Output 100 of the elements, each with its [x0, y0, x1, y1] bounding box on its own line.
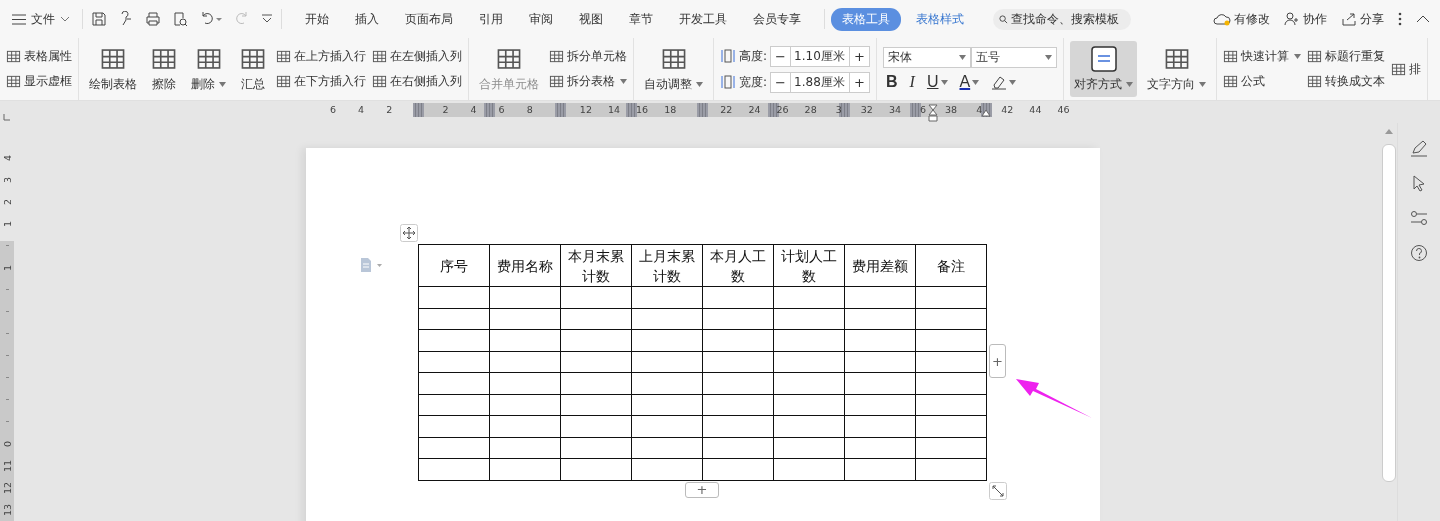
undo-icon[interactable]	[199, 11, 223, 27]
table-cell	[773, 415, 845, 437]
number-field[interactable]: 1.88厘米	[791, 71, 850, 93]
dropdown-field[interactable]: 宋体	[883, 47, 972, 68]
table-cell	[702, 415, 774, 437]
scrollbar-thumb[interactable]	[1382, 144, 1396, 482]
ribbon-button[interactable]: 在左侧插入列	[372, 46, 462, 67]
collapse-icon[interactable]	[1416, 15, 1430, 23]
table-cell	[915, 308, 987, 330]
format-button[interactable]: A	[956, 73, 983, 91]
decrement-button[interactable]: −	[770, 71, 792, 93]
print-icon[interactable]	[145, 11, 161, 27]
add-column-button[interactable]: +	[989, 344, 1006, 378]
ribbon-tab[interactable]: 审阅	[518, 7, 564, 31]
print-preview-icon[interactable]	[172, 11, 188, 27]
ribbon-tab[interactable]: 引用	[468, 7, 514, 31]
format-button[interactable]: I	[906, 73, 918, 91]
format-button[interactable]: U	[923, 73, 951, 91]
table-cell	[560, 415, 632, 437]
person-add-icon	[1284, 12, 1300, 26]
caret-icon	[1045, 55, 1053, 60]
table-cell	[631, 351, 703, 373]
table-cell	[773, 372, 845, 394]
number-field[interactable]: 1.10厘米	[791, 45, 850, 67]
ribbon-button[interactable]: 绘制表格	[85, 41, 141, 97]
column-marker[interactable]	[484, 103, 495, 117]
ruler-number: 4	[976, 103, 983, 117]
customize-icon[interactable]	[261, 13, 273, 25]
indent-marker-icon[interactable]	[928, 104, 938, 122]
ribbon-button[interactable]: 对齐方式	[1070, 41, 1138, 97]
table-icon	[1223, 74, 1239, 89]
ribbon-button[interactable]: 在上方插入行	[276, 46, 366, 67]
ruler-number: 32	[860, 103, 873, 117]
help-icon[interactable]	[1410, 244, 1428, 262]
table-cell	[418, 351, 490, 373]
ribbon-button[interactable]: 汇总	[236, 41, 270, 97]
toolbar-action-button[interactable]: 有修改	[1213, 10, 1270, 28]
column-marker[interactable]	[626, 103, 637, 117]
add-row-button[interactable]: +	[685, 482, 719, 498]
column-marker[interactable]	[555, 103, 566, 117]
ribbon-button[interactable]: 表格属性	[6, 46, 72, 67]
column-header: 计划人工数	[773, 244, 845, 287]
table-cell	[418, 437, 490, 459]
ruler-number: 14	[607, 103, 621, 117]
sliders-icon[interactable]	[1410, 209, 1428, 227]
decrement-button[interactable]: −	[770, 45, 792, 67]
column-marker[interactable]	[413, 103, 424, 117]
ruler-number: 12	[579, 103, 592, 117]
search-field[interactable]: 查找命令、搜索模板	[993, 8, 1131, 30]
column-marker[interactable]	[910, 103, 921, 117]
table-cell	[844, 394, 916, 416]
caret-icon	[940, 79, 948, 85]
format-button[interactable]: B	[883, 73, 901, 91]
table-cell	[702, 286, 774, 308]
more-icon[interactable]	[1398, 12, 1402, 26]
save-icon[interactable]	[91, 11, 107, 27]
dropdown-field[interactable]: 五号	[971, 47, 1058, 68]
indent-marker-icon[interactable]	[981, 109, 991, 117]
ribbon-button[interactable]: 在下方插入行	[276, 71, 366, 92]
toolbar-action-button[interactable]: 协作	[1284, 10, 1327, 28]
ruler-number: 1	[0, 264, 14, 274]
ribbon-tab[interactable]: 开始	[294, 7, 340, 31]
table-cell	[489, 329, 561, 351]
ribbon-tab[interactable]: 视图	[568, 7, 614, 31]
ribbon-button[interactable]: 公式	[1223, 71, 1302, 92]
file-menu-button[interactable]: 文件	[8, 10, 74, 28]
resize-handle-icon[interactable]	[989, 482, 1007, 500]
ribbon-button[interactable]: 拆分表格	[549, 71, 627, 92]
ribbon-button[interactable]: 快速计算	[1223, 46, 1302, 67]
ruler-number: 24	[748, 103, 761, 117]
toolbar-action-button[interactable]: 分享	[1341, 10, 1384, 28]
ribbon-button[interactable]: 拆分单元格	[549, 46, 627, 67]
increment-button[interactable]: +	[849, 45, 871, 67]
column-marker[interactable]	[697, 103, 708, 117]
ribbon-button[interactable]: 在右侧插入列	[372, 71, 462, 92]
ribbon-tab[interactable]: 插入	[344, 7, 390, 31]
ribbon-button[interactable]: 自动调整	[640, 41, 707, 97]
ribbon-tab[interactable]: 页面布局	[394, 7, 464, 31]
increment-button[interactable]: +	[849, 71, 871, 93]
column-marker[interactable]	[768, 103, 779, 117]
ribbon-button[interactable]: 转换成文本	[1307, 71, 1386, 92]
ribbon-button[interactable]: 删除	[187, 41, 230, 97]
ribbon-tab[interactable]: 章节	[618, 7, 664, 31]
table-cell	[773, 394, 845, 416]
column-marker[interactable]	[839, 103, 850, 117]
ribbon-button[interactable]: 文字方向	[1143, 41, 1211, 97]
ribbon-button[interactable]: 标题行重复	[1307, 46, 1386, 67]
ribbon-tab[interactable]: 会员专享	[742, 7, 812, 31]
pen-icon[interactable]	[1410, 139, 1428, 157]
column-header: 费用差额	[844, 244, 916, 287]
ribbon-button[interactable]: 显示虚框	[6, 71, 72, 92]
ribbon-button[interactable]: 排	[1391, 59, 1422, 79]
table-cell	[560, 286, 632, 308]
ruler-number: 6	[330, 103, 337, 117]
ribbon-button[interactable]: 擦除	[147, 41, 181, 97]
ruler-number: 44	[1029, 103, 1042, 117]
move-handle-icon[interactable]	[400, 224, 418, 242]
ruler-number: 16	[636, 103, 649, 117]
ribbon-tab[interactable]: 开发工具	[668, 7, 738, 31]
ribbon-tab[interactable]: 表格样式	[905, 7, 975, 31]
